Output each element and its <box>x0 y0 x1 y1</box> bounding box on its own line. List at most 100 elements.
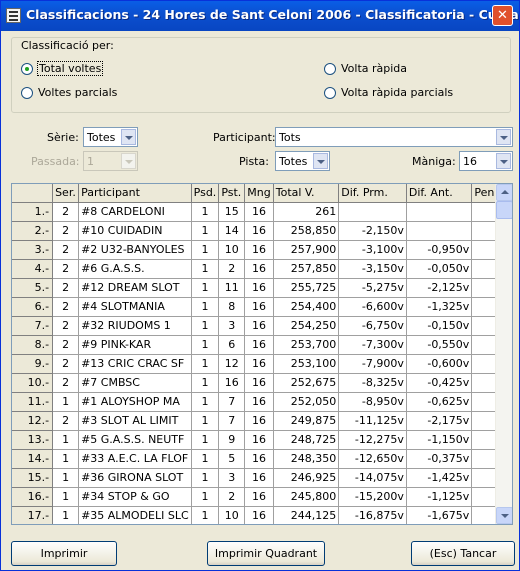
table-cell[interactable]: 7.- <box>12 316 54 336</box>
column-header[interactable]: Mng <box>244 184 274 203</box>
table-cell[interactable]: 2 <box>52 316 80 336</box>
title-bar[interactable]: Classificacions - 24 Hores de Sant Celon… <box>1 1 519 31</box>
table-cell[interactable]: -6,600v <box>338 297 407 317</box>
table-cell[interactable]: -7,900v <box>338 354 407 374</box>
table-cell[interactable]: 2.- <box>12 221 54 241</box>
table-cell[interactable]: 16 <box>244 392 274 412</box>
table-cell[interactable]: 16 <box>218 373 246 393</box>
table-cell[interactable]: -0,600v <box>406 354 473 374</box>
table-cell[interactable]: 248,350 <box>273 449 340 469</box>
table-row[interactable]: 10.- 2 #7 CMBSC 1 16 16 252,675 -8,325v -0,425v <box>12 373 512 393</box>
table-cell[interactable]: -0,625v <box>406 392 473 412</box>
table-cell[interactable]: 255,725 <box>273 278 340 298</box>
radio-voltes-parcials[interactable]: Voltes parcials <box>21 86 117 99</box>
table-cell[interactable]: -0,150v <box>406 316 473 336</box>
column-header[interactable]: Pst. <box>218 184 246 203</box>
table-cell[interactable]: 16.- <box>12 487 54 507</box>
table-cell[interactable]: 16 <box>244 259 274 279</box>
table-cell[interactable]: -8,325v <box>338 373 407 393</box>
classification-grid[interactable]: Ser. Participant Psd. Pst. Mng Total V. Dif. P… <box>11 183 513 525</box>
table-cell[interactable]: 1 <box>191 297 220 317</box>
table-cell[interactable]: 1 <box>52 487 80 507</box>
table-cell[interactable]: 5 <box>218 449 246 469</box>
table-cell[interactable]: 16 <box>244 354 274 374</box>
table-cell[interactable]: 15.- <box>12 468 54 488</box>
table-cell[interactable]: -2,175v <box>406 411 473 431</box>
column-header[interactable]: Ser. <box>52 184 80 203</box>
table-cell[interactable]: 1 <box>52 430 80 450</box>
table-cell[interactable]: 257,900 <box>273 240 340 260</box>
table-cell[interactable]: 4.- <box>12 259 54 279</box>
table-cell[interactable]: -14,075v <box>338 468 407 488</box>
table-cell[interactable]: 1 <box>191 392 220 412</box>
table-cell[interactable]: 2 <box>218 487 246 507</box>
table-cell[interactable]: 1 <box>191 487 220 507</box>
table-row[interactable]: 12.- 2 #3 SLOT AL LIMIT 1 7 16 249,875 -11,125v… <box>12 411 512 431</box>
table-cell[interactable]: 3.- <box>12 240 54 260</box>
table-cell[interactable]: 16 <box>244 221 274 241</box>
table-cell[interactable]: -1,425v <box>406 468 473 488</box>
table-cell[interactable]: -11,125v <box>338 411 407 431</box>
table-cell[interactable]: 9 <box>218 430 246 450</box>
table-cell[interactable]: 1 <box>52 449 80 469</box>
table-cell[interactable]: 16 <box>244 487 274 507</box>
close-window-button[interactable]: ✕ <box>492 5 513 26</box>
chevron-down-icon[interactable] <box>121 129 136 145</box>
table-cell[interactable]: #7 CMBSC <box>78 373 192 393</box>
table-cell[interactable]: 1 <box>191 506 220 524</box>
table-cell[interactable]: 16 <box>244 278 274 298</box>
table-cell[interactable]: -7,300v <box>338 335 407 355</box>
vertical-scrollbar[interactable] <box>495 184 512 524</box>
table-cell[interactable]: 16 <box>244 430 274 450</box>
table-cell[interactable]: 1 <box>191 373 220 393</box>
table-cell[interactable]: 13.- <box>12 430 54 450</box>
table-cell[interactable]: 3 <box>218 316 246 336</box>
table-cell[interactable]: 248,725 <box>273 430 340 450</box>
table-cell[interactable]: 1 <box>191 449 220 469</box>
table-cell[interactable]: -2,150v <box>338 221 407 241</box>
table-cell[interactable]: 1 <box>191 278 220 298</box>
table-cell[interactable]: #8 CARDELONI <box>78 202 192 222</box>
table-cell[interactable]: 253,700 <box>273 335 340 355</box>
table-cell[interactable]: 9.- <box>12 354 54 374</box>
table-row[interactable]: 17.- 1 #35 ALMODELI SLC 1 10 16 244,125 -16,875… <box>12 506 512 524</box>
table-cell[interactable] <box>406 202 473 222</box>
table-row[interactable]: 3.- 2 #2 U32-BANYOLES 1 10 16 257,900 -3,100v -0… <box>12 240 512 260</box>
table-cell[interactable]: 1 <box>191 259 220 279</box>
table-cell[interactable]: 1 <box>52 506 80 524</box>
table-row[interactable]: 6.- 2 #4 SLOTMANIA 1 8 16 254,400 -6,600v -1,325… <box>12 297 512 317</box>
table-cell[interactable]: #1 ALOYSHOP MA <box>78 392 192 412</box>
table-cell[interactable]: 257,850 <box>273 259 340 279</box>
table-cell[interactable]: 1 <box>191 221 220 241</box>
table-cell[interactable]: 245,800 <box>273 487 340 507</box>
table-row[interactable]: 11.- 1 #1 ALOYSHOP MA 1 7 16 252,050 -8,950v -0,… <box>12 392 512 412</box>
table-cell[interactable]: -12,275v <box>338 430 407 450</box>
table-cell[interactable]: -0,950v <box>406 240 473 260</box>
column-header[interactable]: Psd. <box>191 184 220 203</box>
table-cell[interactable]: -1,325v <box>406 297 473 317</box>
table-cell[interactable]: 246,925 <box>273 468 340 488</box>
table-cell[interactable]: 17.- <box>12 506 54 524</box>
table-cell[interactable]: #3 SLOT AL LIMIT <box>78 411 192 431</box>
table-cell[interactable]: -0,550v <box>406 335 473 355</box>
table-cell[interactable]: 1 <box>191 411 220 431</box>
column-header[interactable]: Total V. <box>273 184 340 203</box>
table-cell[interactable]: 254,250 <box>273 316 340 336</box>
scroll-down-icon[interactable] <box>496 507 512 524</box>
table-cell[interactable]: 2 <box>52 278 80 298</box>
table-cell[interactable]: 2 <box>52 221 80 241</box>
table-row[interactable]: 15.- 1 #36 GIRONA SLOT 1 3 16 246,925 -14,075v -… <box>12 468 512 488</box>
table-cell[interactable]: #35 ALMODELI SLC <box>78 506 192 524</box>
table-cell[interactable]: 14.- <box>12 449 54 469</box>
table-cell[interactable]: 1 <box>191 202 220 222</box>
table-row[interactable]: 13.- 1 #5 G.A.S.S. NEUTF 1 9 16 248,725 -12,275… <box>12 430 512 450</box>
table-cell[interactable]: -6,750v <box>338 316 407 336</box>
table-cell[interactable]: -16,875v <box>338 506 407 524</box>
table-cell[interactable]: -1,675v <box>406 506 473 524</box>
table-cell[interactable]: -3,150v <box>338 259 407 279</box>
table-cell[interactable]: 16 <box>244 411 274 431</box>
table-cell[interactable]: 16 <box>244 202 274 222</box>
table-cell[interactable]: #9 PINK-KAR <box>78 335 192 355</box>
table-cell[interactable]: 1 <box>191 316 220 336</box>
table-cell[interactable]: #13 CRIC CRAC SF <box>78 354 192 374</box>
